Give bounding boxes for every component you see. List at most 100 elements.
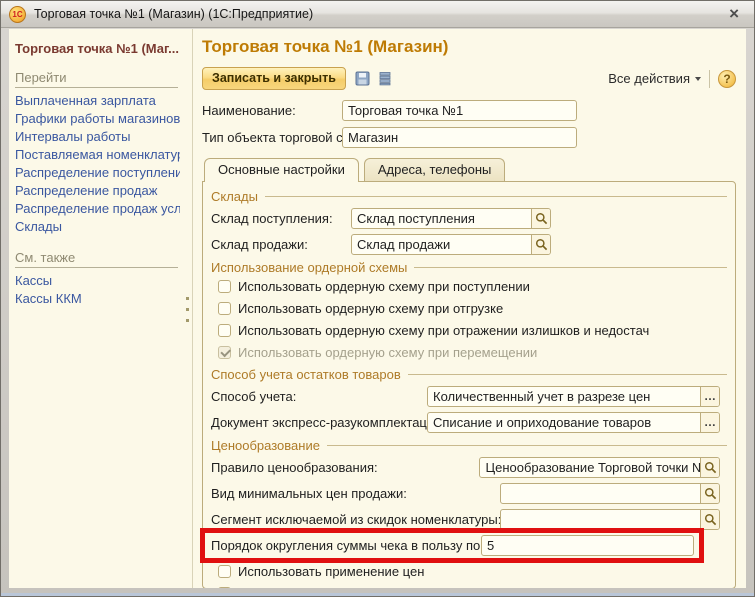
- group-order-scheme: Использование ордерной схемы: [211, 260, 727, 274]
- toolbar: Записать и закрыть: [202, 66, 736, 91]
- magnifier-icon[interactable]: [531, 235, 550, 254]
- tab-strip: Основные настройки Адреса, телефоны: [202, 158, 736, 181]
- sidebar-caption: Торговая точка №1 (Маг...: [15, 41, 180, 56]
- checkbox-order-shipment[interactable]: [218, 302, 231, 315]
- ellipsis-button-icon[interactable]: …: [700, 413, 719, 432]
- check-rounding-label: Порядок округления суммы чека в пользу п…: [211, 538, 481, 553]
- ellipsis-button-icon[interactable]: …: [700, 387, 719, 406]
- object-type-field-row: Тип объекта торговой сети: Магазин: [202, 127, 736, 148]
- min-prices-label: Вид минимальных цен продажи:: [211, 486, 500, 501]
- checkbox-use-cash-transfer-label: Использовать передачу ДС в центральный о…: [238, 586, 533, 589]
- checkbox-order-shipment-label: Использовать ордерную схему при отгрузке: [238, 301, 503, 316]
- toolbar-separator: [709, 70, 710, 88]
- save-and-close-button[interactable]: Записать и закрыть: [202, 67, 346, 90]
- name-value: Торговая точка №1: [343, 103, 576, 118]
- checkbox-order-surplus[interactable]: [218, 324, 231, 337]
- order-scheme-receipt-row: Использовать ордерную схему при поступле…: [211, 279, 727, 293]
- checkbox-use-price-application-label: Использовать применение цен: [238, 564, 424, 579]
- receipt-warehouse-row: Склад поступления: Склад поступления: [211, 208, 727, 228]
- sidebar-item-paid-salary[interactable]: Выплаченная зарплата: [15, 92, 180, 110]
- use-price-application-row: Использовать применение цен: [211, 564, 727, 578]
- sidebar-item-receipt-distribution[interactable]: Распределение поступлений: [15, 164, 180, 182]
- sidebar-nav-goto: Выплаченная зарплата Графики работы мага…: [15, 92, 180, 236]
- sidebar-splitter[interactable]: [184, 29, 193, 588]
- express-disassembly-input[interactable]: Списание и оприходование товаров …: [427, 412, 720, 433]
- min-prices-input[interactable]: [500, 483, 720, 504]
- checkbox-order-receipt[interactable]: [218, 280, 231, 293]
- show-in-list-icon[interactable]: [379, 71, 391, 86]
- app-window: 1С Торговая точка №1 (Магазин) (1С:Предп…: [0, 0, 755, 597]
- receipt-warehouse-value: Склад поступления: [352, 211, 531, 226]
- sales-warehouse-row: Склад продажи: Склад продажи: [211, 234, 727, 254]
- receipt-warehouse-label: Склад поступления:: [211, 211, 351, 226]
- express-disassembly-label: Документ экспресс-разукомплектации:: [211, 415, 427, 430]
- group-pricing-title: Ценообразование: [211, 438, 320, 453]
- pricing-rule-row: Правило ценообразования: Ценообразование…: [211, 457, 727, 477]
- sales-warehouse-value: Склад продажи: [352, 237, 531, 252]
- app-body: Торговая точка №1 (Маг... Перейти Выплач…: [9, 29, 746, 588]
- sidebar-item-supplied-nomenclature[interactable]: Поставляемая номенклатура: [15, 146, 180, 164]
- page-title: Торговая точка №1 (Магазин): [202, 37, 736, 57]
- checkbox-use-cash-transfer[interactable]: [218, 587, 231, 589]
- sidebar-item-warehouses[interactable]: Склады: [15, 218, 180, 236]
- checkbox-use-price-application[interactable]: [218, 565, 231, 578]
- object-type-input[interactable]: Магазин: [342, 127, 577, 148]
- discount-excluded-segment-input[interactable]: [500, 509, 720, 530]
- sidebar-item-service-sales-distribution[interactable]: Распределение продаж услуг: [15, 200, 180, 218]
- group-order-scheme-title: Использование ордерной схемы: [211, 260, 407, 275]
- object-type-label: Тип объекта торговой сети:: [202, 130, 342, 145]
- magnifier-icon[interactable]: [700, 510, 719, 529]
- magnifier-icon[interactable]: [700, 458, 719, 477]
- sidebar-item-work-intervals[interactable]: Интервалы работы: [15, 128, 180, 146]
- all-actions-menu-button[interactable]: Все действия: [608, 71, 701, 86]
- discount-excluded-segment-row: Сегмент исключаемой из скидок номенклату…: [211, 509, 727, 529]
- sales-warehouse-input[interactable]: Склад продажи: [351, 234, 551, 255]
- all-actions-label: Все действия: [608, 71, 690, 86]
- min-prices-value: [501, 493, 700, 494]
- tab-addresses-phones[interactable]: Адреса, телефоны: [364, 158, 506, 181]
- group-warehouses: Склады: [211, 189, 727, 203]
- check-rounding-row: Порядок округления суммы чека в пользу п…: [211, 535, 727, 556]
- object-type-value: Магазин: [343, 130, 576, 145]
- splitter-grip-icon: [186, 297, 189, 330]
- magnifier-icon[interactable]: [531, 209, 550, 228]
- express-disassembly-value: Списание и оприходование товаров: [428, 415, 700, 430]
- accounting-method-value: Количественный учет в разрезе цен: [428, 389, 700, 404]
- use-cash-transfer-row: Использовать передачу ДС в центральный о…: [211, 586, 727, 588]
- close-window-button[interactable]: ×: [722, 4, 746, 24]
- order-scheme-surplus-row: Использовать ордерную схему при отражени…: [211, 323, 727, 337]
- sidebar: Торговая точка №1 (Маг... Перейти Выплач…: [9, 29, 184, 588]
- accounting-method-row: Способ учета: Количественный учет в разр…: [211, 386, 727, 406]
- receipt-warehouse-input[interactable]: Склад поступления: [351, 208, 551, 229]
- sidebar-item-store-schedules[interactable]: Графики работы магазинов: [15, 110, 180, 128]
- group-warehouses-title: Склады: [211, 189, 258, 204]
- name-label: Наименование:: [202, 103, 342, 118]
- express-disassembly-row: Документ экспресс-разукомплектации: Спис…: [211, 412, 727, 432]
- accounting-method-input[interactable]: Количественный учет в разрезе цен …: [427, 386, 720, 407]
- min-prices-row: Вид минимальных цен продажи:: [211, 483, 727, 503]
- sales-warehouse-label: Склад продажи:: [211, 237, 351, 252]
- order-scheme-shipment-row: Использовать ордерную схему при отгрузке: [211, 301, 727, 315]
- checkbox-order-transfer: [218, 346, 231, 359]
- sidebar-item-cash-desks-kkm[interactable]: Кассы ККМ: [15, 290, 180, 308]
- sidebar-item-sales-distribution[interactable]: Распределение продаж: [15, 182, 180, 200]
- name-input[interactable]: Торговая точка №1: [342, 100, 577, 121]
- title-bar: 1С Торговая точка №1 (Магазин) (1С:Предп…: [1, 1, 754, 28]
- save-icon[interactable]: [355, 71, 370, 86]
- group-accounting: Способ учета остатков товаров: [211, 367, 727, 381]
- help-button[interactable]: ?: [718, 70, 736, 88]
- pricing-rule-input[interactable]: Ценообразование Торговой точки №1: [479, 457, 720, 478]
- sidebar-section-see-also: См. также: [15, 250, 178, 268]
- checkbox-order-transfer-label: Использовать ордерную схему при перемеще…: [238, 345, 537, 360]
- 1c-logo-icon: 1С: [9, 6, 26, 23]
- discount-excluded-segment-value: [501, 519, 700, 520]
- chevron-down-icon: [695, 77, 701, 81]
- magnifier-icon[interactable]: [700, 484, 719, 503]
- check-rounding-input[interactable]: 5: [481, 535, 694, 556]
- check-rounding-value: 5: [482, 538, 693, 553]
- sidebar-item-cash-desks[interactable]: Кассы: [15, 272, 180, 290]
- tab-main-settings[interactable]: Основные настройки: [204, 158, 359, 182]
- sidebar-section-goto: Перейти: [15, 70, 178, 88]
- window-title: Торговая точка №1 (Магазин) (1С:Предприя…: [34, 7, 722, 21]
- pricing-rule-label: Правило ценообразования:: [211, 460, 479, 475]
